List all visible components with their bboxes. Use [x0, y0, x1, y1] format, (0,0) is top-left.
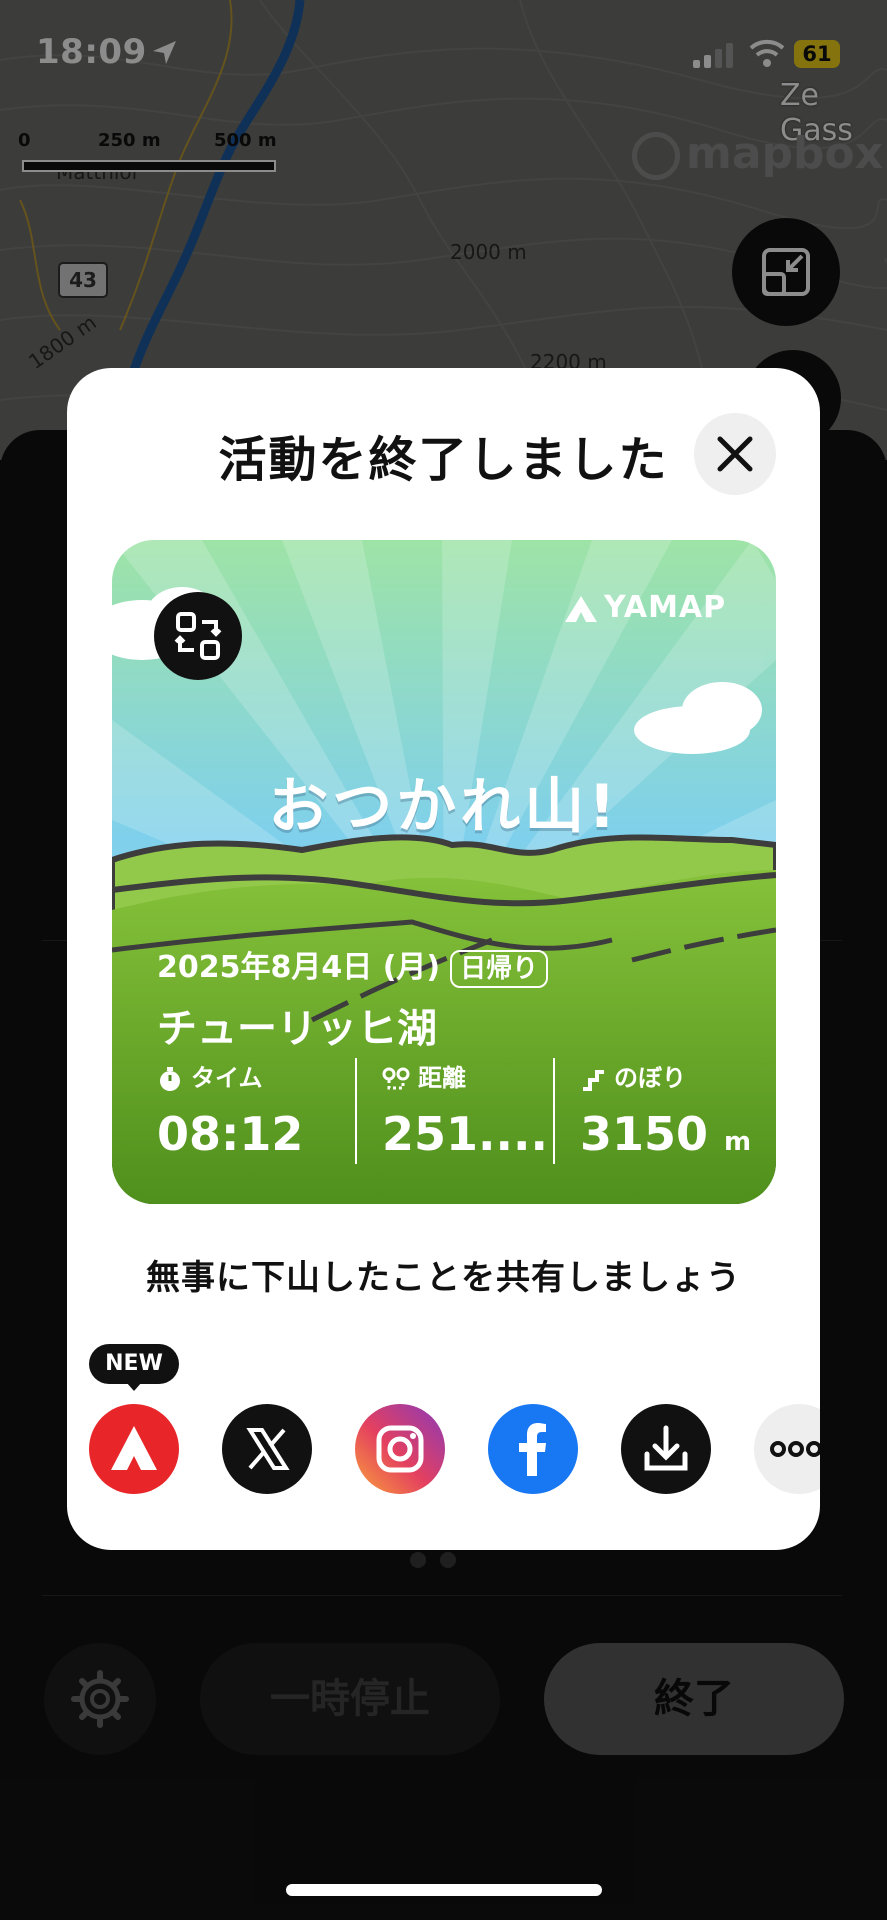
share-facebook-button[interactable]: [488, 1404, 578, 1494]
stat-divider: [553, 1058, 555, 1164]
home-indicator[interactable]: [286, 1884, 602, 1896]
close-icon: [717, 436, 753, 472]
download-icon: [644, 1425, 688, 1471]
more-icon: [770, 1441, 820, 1457]
x-logo-icon: [246, 1428, 290, 1470]
date-text: 2025年8月4日 (月): [157, 950, 441, 985]
new-badge: NEW: [89, 1344, 179, 1391]
stat-value: 08:12: [157, 1107, 304, 1161]
close-button[interactable]: [694, 413, 776, 495]
switch-card-button[interactable]: [154, 592, 242, 680]
stat-value: 3150: [580, 1107, 709, 1161]
stat-unit: m: [724, 1127, 752, 1157]
stat-label: 距離: [418, 1064, 466, 1092]
stat-ascent: のぼり 3150 m: [580, 1058, 751, 1161]
activity-share-card: YAMAP おつかれ山! 2025年8月4日 (月) 日帰り チューリッヒ湖 タイ…: [112, 540, 776, 1204]
activity-place: チューリッヒ湖: [157, 1006, 437, 1052]
yamap-logo-icon: [565, 595, 597, 622]
share-yamap-button[interactable]: [89, 1404, 179, 1494]
swap-icon: [174, 612, 222, 660]
stat-divider: [355, 1058, 357, 1164]
facebook-icon: [519, 1423, 546, 1476]
share-targets: [89, 1398, 820, 1494]
yamap-brand: YAMAP: [564, 590, 726, 625]
route-pin-icon: [382, 1067, 410, 1090]
ascent-icon: [583, 1070, 604, 1091]
day-trip-badge: 日帰り: [450, 949, 549, 988]
stat-label: のぼり: [614, 1064, 686, 1092]
more-share-button[interactable]: [754, 1404, 820, 1494]
save-image-button[interactable]: [621, 1404, 711, 1494]
stat-time: タイム 08:12: [157, 1058, 303, 1161]
share-x-button[interactable]: [222, 1404, 312, 1494]
stat-label: タイム: [191, 1064, 263, 1092]
share-prompt: 無事に下山したことを共有しましょう: [146, 1258, 741, 1298]
instagram-icon: [376, 1425, 424, 1473]
share-instagram-button[interactable]: [355, 1404, 445, 1494]
activity-date: 2025年8月4日 (月) 日帰り: [157, 942, 549, 988]
activity-finished-modal: 活動を終了しました YAMAP おつかれ山! 2025年8月4日 (月) 日帰り…: [67, 368, 820, 1550]
stat-value: 251....: [382, 1107, 548, 1161]
yamap-icon: [111, 1426, 157, 1470]
card-headline: おつかれ山!: [268, 772, 620, 842]
stat-distance: 距離 251....: [382, 1058, 548, 1161]
stopwatch-icon: [160, 1067, 180, 1091]
brand-name: YAMAP: [604, 590, 727, 625]
